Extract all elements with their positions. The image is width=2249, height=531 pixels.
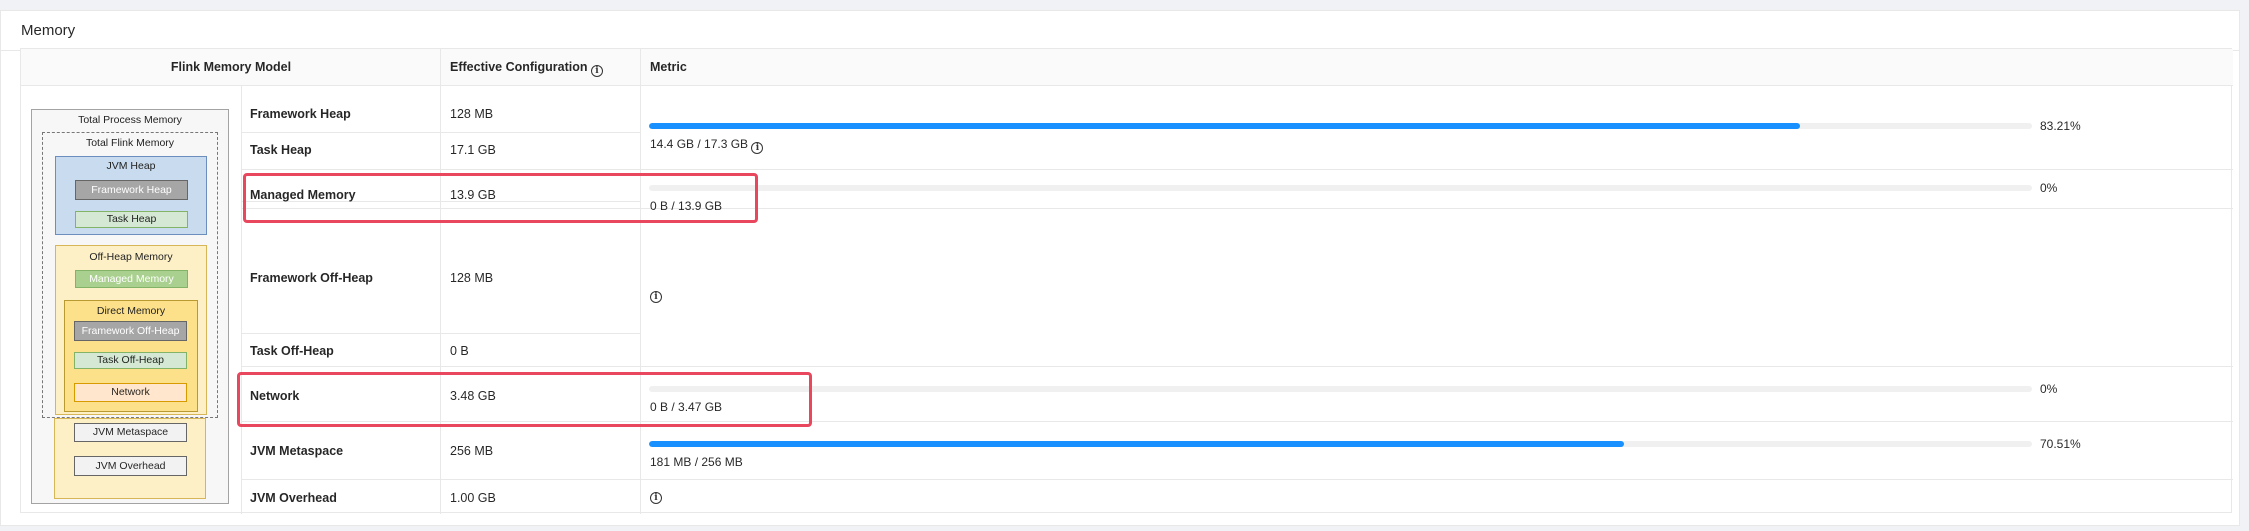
metaspace-usage-text: 181 MB / 256 MB [650, 455, 743, 469]
row-divider [241, 169, 2233, 170]
jvm-heap-label: JVM Heap [106, 160, 156, 172]
framework-heap-block: Framework Heap [75, 180, 188, 200]
row-name-framework-off-heap: Framework Off-Heap [250, 271, 373, 285]
row-value-framework-off-heap: 128 MB [450, 271, 494, 285]
column-header-model: Flink Memory Model [21, 49, 441, 86]
direct-memory-label: Direct Memory [96, 305, 166, 317]
page: Memory Flink Memory Model Effective Conf… [0, 0, 2249, 531]
row-value-framework-heap: 128 MB [450, 107, 494, 121]
heap-progress-fill [649, 123, 1800, 129]
row-divider [241, 479, 2233, 480]
column-header-model-label: Flink Memory Model [170, 60, 292, 74]
heap-progress-bar [649, 123, 2032, 129]
jvm-metaspace-block: JVM Metaspace [74, 423, 187, 442]
network-progress-bar [649, 386, 2032, 392]
task-off-heap-block: Task Off-Heap [74, 352, 187, 369]
memory-table: Flink Memory Model Effective Configurati… [20, 48, 2233, 514]
heap-usage-value: 14.4 GB / 17.3 GB [650, 137, 749, 151]
managed-memory-block: Managed Memory [75, 270, 188, 288]
row-value-jvm-overhead: 1.00 GB [450, 491, 496, 505]
row-name-jvm-overhead: JVM Overhead [250, 491, 337, 505]
column-divider [241, 86, 242, 514]
network-block: Network [74, 383, 187, 402]
metaspace-progress-fill [649, 441, 1624, 447]
row-divider [241, 366, 2233, 367]
metaspace-percent: 70.51% [2040, 437, 2081, 451]
column-header-config-label: Effective Configuration [450, 60, 588, 74]
highlight-box-network [237, 372, 812, 427]
row-name-framework-heap: Framework Heap [250, 107, 351, 121]
network-percent: 0% [2040, 382, 2058, 396]
task-heap-block: Task Heap [75, 211, 188, 228]
total-flink-memory-box: Total Flink Memory JVM Heap Framework He… [42, 132, 218, 418]
info-icon[interactable]: i [751, 142, 764, 154]
memory-model-diagram: Total Process Memory Total Flink Memory … [31, 109, 229, 504]
total-process-memory-label: Total Process Memory [78, 114, 182, 126]
framework-off-heap-block: Framework Off-Heap [74, 321, 187, 341]
off-heap-memory-box: Off-Heap Memory Managed Memory Direct Me… [55, 245, 207, 415]
column-divider [640, 49, 641, 514]
managed-progress-bar [649, 185, 2032, 191]
info-icon[interactable]: i [650, 291, 662, 303]
row-value-jvm-metaspace: 256 MB [450, 444, 494, 458]
row-name-jvm-metaspace: JVM Metaspace [250, 444, 344, 458]
card-title: Memory [21, 22, 76, 39]
row-value-task-heap: 17.1 GB [450, 143, 496, 157]
off-heap-memory-label: Off-Heap Memory [89, 251, 173, 263]
highlight-box-managed [243, 173, 758, 223]
total-flink-memory-label: Total Flink Memory [85, 137, 175, 149]
jvm-heap-box: JVM Heap Framework Heap Task Heap [55, 156, 207, 235]
row-divider [241, 333, 641, 334]
row-name-task-heap: Task Heap [250, 143, 312, 157]
heap-usage-text: 14.4 GB / 17.3 GB i [650, 137, 764, 154]
metaspace-progress-bar [649, 441, 2032, 447]
jvm-extra-box: JVM Metaspace JVM Overhead [54, 418, 206, 499]
direct-memory-box: Direct Memory Framework Off-Heap Task Of… [64, 300, 198, 412]
column-divider [440, 49, 441, 514]
managed-percent: 0% [2040, 181, 2058, 195]
info-icon[interactable]: i [591, 65, 603, 77]
column-header-metric: Metric [641, 49, 2233, 86]
jvm-overhead-block: JVM Overhead [74, 456, 187, 476]
row-divider [241, 132, 641, 133]
card-header: Memory [1, 11, 2239, 51]
info-icon[interactable]: i [650, 492, 662, 504]
column-header-metric-label: Metric [650, 60, 687, 74]
heap-percent: 83.21% [2040, 119, 2081, 133]
row-value-task-off-heap: 0 B [450, 344, 469, 358]
row-name-task-off-heap: Task Off-Heap [250, 344, 334, 358]
column-header-config: Effective Configuration i [441, 49, 641, 86]
